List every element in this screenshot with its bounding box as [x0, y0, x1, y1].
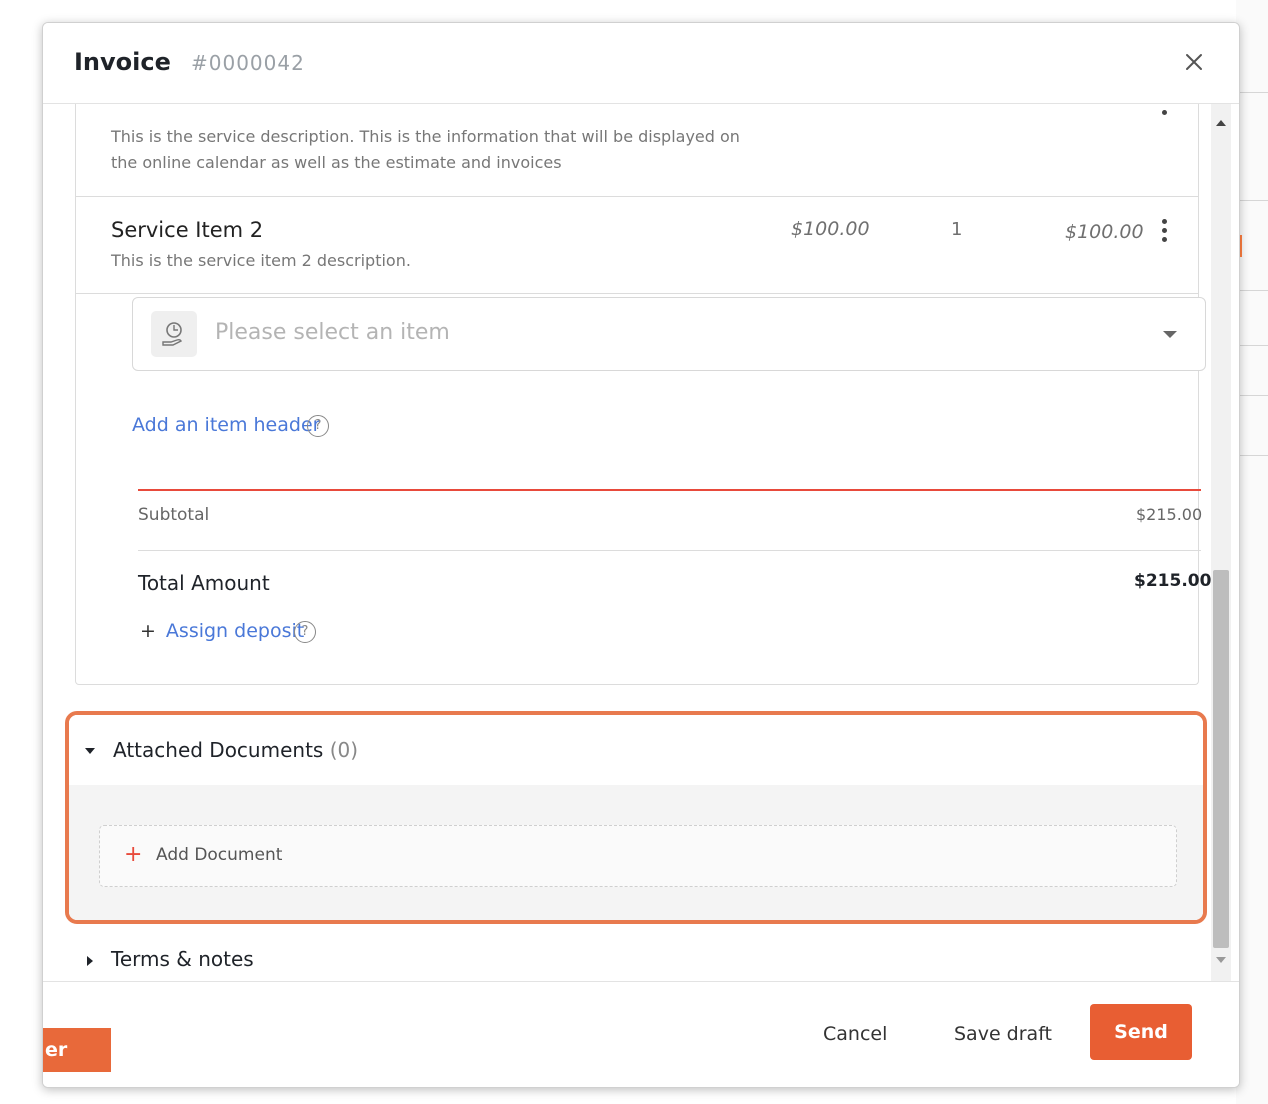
item-select-placeholder: Please select an item	[215, 320, 450, 345]
add-item-header-label[interactable]: Add an item header	[132, 414, 320, 436]
modal-header: Invoice #0000042	[43, 23, 1239, 104]
total-amount-value: $215.00	[1134, 571, 1211, 591]
line-item-name: Service Item 2	[111, 218, 264, 242]
assign-deposit-link[interactable]: + Assign deposit	[140, 620, 304, 642]
plus-icon: +	[140, 620, 156, 642]
modal-footer: er Cancel Save draft Send	[43, 981, 1239, 1087]
triangle-down-icon	[85, 748, 95, 754]
terms-notes-label: Terms & notes	[111, 947, 254, 971]
subtotal-label: Subtotal	[138, 505, 210, 525]
background-divider	[1236, 345, 1268, 346]
line-item-row: This is the service description. This is…	[76, 104, 1198, 197]
attached-documents-count: (0)	[329, 738, 359, 762]
line-item-total: $100.00	[1065, 221, 1144, 243]
add-document-button[interactable]: + Add Document	[99, 825, 1177, 887]
close-icon[interactable]	[1179, 47, 1209, 77]
background-divider	[1236, 455, 1268, 456]
modal-body: This is the service description. This is…	[43, 104, 1211, 981]
item-select[interactable]: Please select an item	[132, 297, 1206, 371]
assign-deposit-label[interactable]: Assign deposit	[166, 620, 304, 642]
scroll-up-icon[interactable]	[1216, 120, 1226, 126]
background-divider	[1236, 92, 1268, 93]
attached-documents-label: Attached Documents	[113, 738, 324, 762]
cancel-button[interactable]: Cancel	[823, 1023, 887, 1045]
invoice-modal: Invoice #0000042 This is the service des…	[42, 22, 1240, 1088]
background-divider	[1236, 200, 1268, 201]
scrollbar[interactable]	[1211, 104, 1231, 981]
invoice-number: #0000042	[191, 51, 305, 75]
kebab-menu-icon[interactable]	[1159, 219, 1169, 247]
attached-documents-body: + Add Document	[69, 785, 1203, 920]
total-amount-label: Total Amount	[138, 571, 270, 595]
plus-icon: +	[124, 842, 143, 867]
add-item-header-link[interactable]: Add an item header	[132, 414, 320, 436]
save-draft-button[interactable]: Save draft	[954, 1023, 1052, 1045]
line-item-description: This is the service description. This is…	[111, 127, 740, 172]
background-divider	[1236, 395, 1268, 396]
modal-title: Invoice	[74, 48, 171, 76]
line-item-qty[interactable]: 1	[951, 219, 962, 240]
add-document-label: Add Document	[156, 845, 283, 865]
attached-documents-title: Attached Documents (0)	[113, 738, 358, 762]
divider	[138, 550, 1201, 551]
item-select-icon	[151, 311, 197, 357]
send-button[interactable]: Send	[1090, 1004, 1192, 1060]
line-items-table: This is the service description. This is…	[75, 104, 1211, 685]
partial-action-button[interactable]: er	[43, 1028, 111, 1072]
caret-down-icon	[1163, 331, 1177, 338]
attached-documents-section: Attached Documents (0) + Add Document	[65, 711, 1207, 924]
help-icon[interactable]: ?	[307, 415, 329, 437]
background-page	[1236, 0, 1268, 1104]
triangle-right-icon	[87, 956, 93, 966]
kebab-menu-icon[interactable]	[1159, 110, 1169, 138]
help-icon[interactable]: ?	[294, 621, 316, 643]
totals-divider	[138, 489, 1201, 491]
line-item-description: This is the service item 2 description.	[111, 251, 411, 270]
subtotal-value: $215.00	[1136, 505, 1203, 524]
line-item-row: Service Item 2 This is the service item …	[76, 197, 1198, 294]
background-divider	[1236, 290, 1268, 291]
line-item-price[interactable]: $100.00	[791, 218, 870, 240]
scrollbar-thumb[interactable]	[1213, 570, 1229, 948]
attached-documents-toggle[interactable]: Attached Documents (0)	[69, 715, 1203, 785]
scroll-down-icon[interactable]	[1216, 957, 1226, 963]
